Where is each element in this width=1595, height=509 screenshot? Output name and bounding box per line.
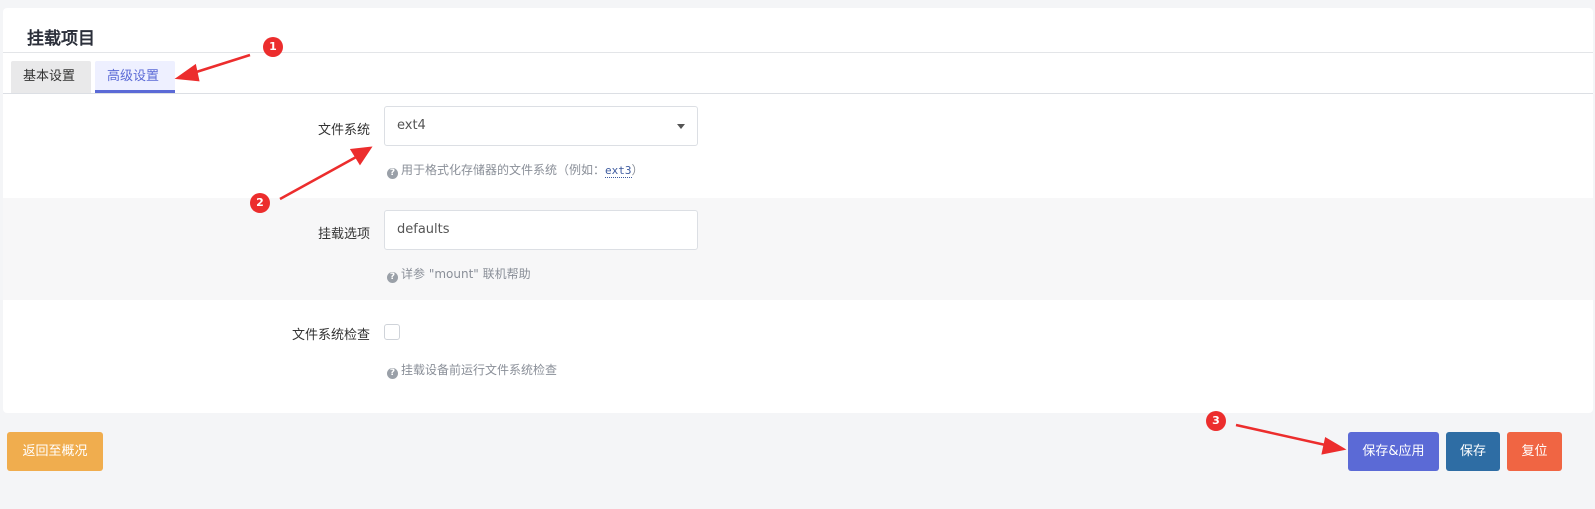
fs-check-checkbox[interactable] bbox=[384, 324, 400, 340]
filesystem-value: ext4 bbox=[397, 118, 426, 133]
help-icon: ? bbox=[387, 368, 398, 379]
help-icon: ? bbox=[387, 272, 398, 283]
filesystem-select[interactable]: ext4 bbox=[384, 106, 698, 146]
fs-check-row: 文件系统检查 ? 挂载设备前运行文件系统检查 bbox=[3, 300, 1593, 410]
title-divider bbox=[3, 52, 1593, 53]
annotation-arrowhead-3 bbox=[1321, 437, 1347, 455]
help-icon: ? bbox=[387, 168, 398, 179]
filesystem-hint: ? 用于格式化存储器的文件系统（例如：ext3） bbox=[387, 161, 644, 179]
mount-options-input[interactable]: defaults bbox=[384, 210, 698, 250]
filesystem-hint-suffix: ） bbox=[631, 163, 644, 177]
annotation-badge-1: 1 bbox=[263, 37, 283, 57]
mount-panel: 挂载项目 基本设置 高级设置 文件系统 ext4 ? 用于格式化存储器的文件系统（… bbox=[3, 8, 1593, 413]
fs-check-hint-text: 挂载设备前运行文件系统检查 bbox=[401, 363, 558, 377]
fs-check-hint: ? 挂载设备前运行文件系统检查 bbox=[387, 361, 557, 379]
fs-check-label: 文件系统检查 bbox=[291, 328, 370, 343]
mount-options-label: 挂载选项 bbox=[317, 227, 370, 242]
filesystem-hint-prefix: 用于格式化存储器的文件系统（例如： bbox=[401, 163, 606, 177]
tab-basic-settings[interactable]: 基本设置 bbox=[11, 61, 91, 93]
annotation-badge-2: 2 bbox=[250, 193, 270, 213]
filesystem-row: 文件系统 ext4 ? 用于格式化存储器的文件系统（例如：ext3） bbox=[3, 94, 1593, 198]
mount-options-hint: ? 详参 "mount" 联机帮助 bbox=[387, 265, 531, 283]
filesystem-label: 文件系统 bbox=[317, 123, 370, 138]
back-to-overview-button[interactable]: 返回至概况 bbox=[7, 432, 103, 471]
mount-options-value: defaults bbox=[397, 222, 450, 237]
mount-options-row: 挂载选项 defaults ? 详参 "mount" 联机帮助 bbox=[3, 198, 1593, 300]
panel-title: 挂载项目 bbox=[27, 29, 95, 49]
annotation-badge-3: 3 bbox=[1206, 411, 1226, 431]
filesystem-hint-code: ext3 bbox=[605, 164, 632, 178]
mount-options-hint-text: 详参 "mount" 联机帮助 bbox=[401, 267, 531, 281]
chevron-down-icon bbox=[677, 124, 685, 129]
save-apply-button[interactable]: 保存&应用 bbox=[1348, 432, 1439, 471]
save-button[interactable]: 保存 bbox=[1446, 432, 1500, 471]
annotation-arrow-3 bbox=[1235, 423, 1331, 448]
reset-button[interactable]: 复位 bbox=[1507, 432, 1562, 471]
tab-advanced-settings[interactable]: 高级设置 bbox=[95, 61, 175, 93]
